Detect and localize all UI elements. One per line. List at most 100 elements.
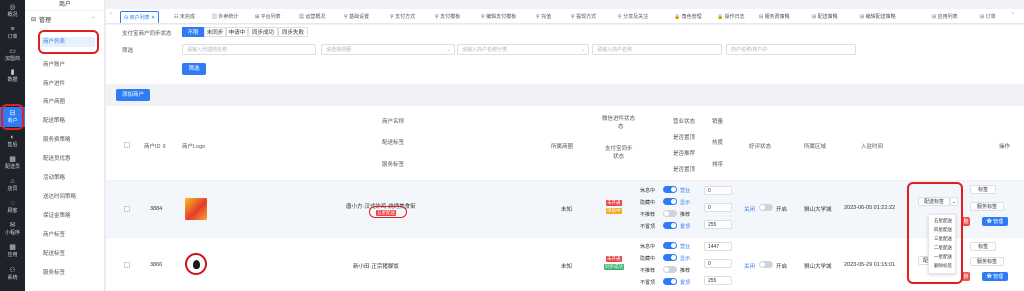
add-merchant-button[interactable]: 添加商户	[116, 89, 150, 101]
rail-apps[interactable]: ▦ 应用	[0, 240, 25, 262]
category-select[interactable]: 请输入商户名称分类 ⌄	[457, 44, 589, 55]
pin-toggle[interactable]	[663, 222, 677, 229]
tab-platform-list[interactable]: ⊞ 平台列表	[255, 11, 281, 23]
header-wechat-2: 态	[618, 124, 624, 130]
chevron-right-icon[interactable]: ›	[1012, 11, 1014, 17]
sync-option-failed[interactable]: 同步失败	[278, 27, 308, 37]
merchant-id-input[interactable]: 商户名称/商户ID	[726, 44, 856, 55]
praise-off-label: 关闭	[744, 264, 756, 270]
tab-share-follow[interactable]: ⚲ 分享及关注	[618, 11, 648, 23]
praise-toggle[interactable]	[759, 204, 773, 211]
business-toggle[interactable]	[663, 186, 677, 193]
tag-button[interactable]: 标签	[970, 242, 996, 251]
service-tag-button[interactable]: 服务标签	[970, 202, 1004, 211]
manage-button[interactable]: ✿ 管理	[982, 272, 1008, 281]
placeholder: 请输入商户名称	[597, 47, 633, 53]
rail-miniapp[interactable]: ✉ 小程序	[0, 218, 25, 240]
delete-button[interactable]: 删	[962, 272, 970, 281]
rail-aftersale[interactable]: ◐ 售后	[0, 130, 25, 152]
tab-takeaway-stats[interactable]: ▥ 外卖统计	[212, 11, 238, 23]
manage-button[interactable]: ✿ 管理	[982, 217, 1008, 226]
display-toggle[interactable]	[663, 198, 677, 205]
chevron-left-icon[interactable]: ‹	[110, 11, 112, 17]
tab-withdraw[interactable]: ⚲ 提现方式	[571, 11, 596, 23]
rail-courier[interactable]: ▦ 配送员	[0, 152, 25, 174]
toggle-knob	[760, 205, 765, 210]
recommend-toggle[interactable]	[663, 266, 677, 273]
tab-recharge[interactable]: ⚲ 充值	[536, 11, 551, 23]
tab-label: 支付方式	[395, 14, 416, 20]
heat-input[interactable]: 0	[704, 259, 732, 268]
select-all-checkbox[interactable]	[124, 142, 130, 148]
tab-basic-settings[interactable]: ⚲ 基础设置	[344, 11, 369, 23]
tab-payment-method[interactable]: ⚲ 支付方式	[390, 11, 415, 23]
rail-label: 系统	[7, 275, 18, 281]
sidebar-item-courier-discount[interactable]: 配送员优惠	[43, 154, 71, 162]
tab-orders[interactable]: ⊟ 订单	[980, 11, 996, 23]
tab-payment-template[interactable]: ⚲ 支付模板	[435, 11, 460, 23]
status-off-label: 隐藏中	[640, 200, 656, 206]
tab-unfinished[interactable]: ☷ 未完成	[174, 11, 195, 23]
filter-button[interactable]: 筛选	[182, 63, 206, 75]
sidebar-item-activity[interactable]: 活动策略	[43, 173, 65, 181]
merchant-name-input[interactable]: 请输入商户名称	[592, 44, 722, 55]
header-top: 是否置顶	[673, 135, 696, 141]
rail-data[interactable]: ▮ 数据	[0, 66, 25, 86]
status-off-label: 隐藏中	[640, 256, 656, 262]
merchant-name[interactable]: 新小田·正宗猪脚饭	[353, 262, 399, 270]
sync-option-all[interactable]: 不限	[182, 27, 204, 37]
tag-button[interactable]: 标签	[970, 185, 996, 194]
merchant-logo	[185, 198, 207, 220]
rail-franchise[interactable]: ▭ 加盟商	[0, 44, 25, 66]
praise-toggle[interactable]	[759, 261, 773, 268]
tab-service-fee-policy[interactable]: ⊟ 服务费策略	[759, 11, 790, 23]
rail-orders[interactable]: ≡ 订单	[0, 22, 25, 44]
sidebar-item-merchant-onboard[interactable]: 商户进件	[43, 79, 65, 87]
tab-merchant-list[interactable]: ⊟ 商户列表 ✕	[120, 11, 160, 23]
service-tag-button[interactable]: 服务标签	[970, 257, 1004, 266]
toggle-knob	[671, 199, 676, 204]
status-off-label: 休息中	[640, 188, 656, 194]
sync-option-success[interactable]: 同步成功	[248, 27, 278, 37]
sidebar-item-service-fee[interactable]: 服务费策略	[43, 135, 71, 143]
sync-option-unsynced[interactable]: 未同步	[204, 27, 226, 37]
rail-customer[interactable]: ◌ 顾客	[0, 196, 25, 218]
sidebar-item-dispatch-policy[interactable]: 配送策略	[43, 116, 65, 124]
recommend-toggle[interactable]	[663, 210, 677, 217]
merchant-id: 3866	[150, 262, 163, 268]
row-checkbox[interactable]	[124, 206, 130, 212]
area-select[interactable]: 请选择商圈 ⌄	[321, 44, 455, 55]
sidebar-item-merchant-area[interactable]: 商户商圈	[43, 97, 65, 105]
delete-button[interactable]: 删	[962, 217, 970, 226]
sync-option-applying[interactable]: 申请中	[226, 27, 248, 37]
agent-input[interactable]: 请输入代理商名称	[182, 44, 316, 55]
sidebar-item-deposit[interactable]: 保证金策略	[43, 211, 71, 219]
sidebar-item-service-tags[interactable]: 服务标签	[43, 268, 65, 276]
tab-edit-dispatch-policy[interactable]: ⊟ 编辑配送策略	[860, 11, 896, 23]
tab-operation-overview[interactable]: ▦ 运营概况	[299, 11, 325, 23]
heat-input[interactable]: 0	[704, 203, 732, 212]
row-checkbox[interactable]	[124, 262, 130, 268]
sales-input[interactable]: 0	[704, 186, 732, 195]
tab-dispatch-policy[interactable]: ⊟ 配送策略	[812, 11, 838, 23]
sidebar-group-manage[interactable]: ⊟ 管理 ⌃	[31, 15, 96, 24]
sidebar-item-merchant-account[interactable]: 商户账户	[43, 60, 65, 68]
toggle-knob	[671, 243, 676, 248]
rail-clerk[interactable]: ⌂ 店员	[0, 174, 25, 196]
sales-input[interactable]: 1447	[704, 242, 732, 251]
header-id[interactable]: 商户ID ⇕	[144, 142, 167, 150]
rail-system[interactable]: ⚇ 系统	[0, 263, 25, 285]
business-toggle[interactable]	[663, 242, 677, 249]
sort-input[interactable]: 255	[704, 220, 732, 229]
tab-operation-log[interactable]: 🔒 操作日志	[717, 11, 745, 23]
tab-role-manage[interactable]: 🔒 角色管理	[674, 11, 702, 23]
display-toggle[interactable]	[663, 254, 677, 261]
sidebar-item-dispatch-tags[interactable]: 配送标签	[43, 249, 65, 257]
sidebar-item-merchant-tags[interactable]: 商户标签	[43, 230, 65, 238]
tab-edit-payment-template[interactable]: ⚲ 编辑支付模板	[481, 11, 516, 23]
pin-toggle[interactable]	[663, 278, 677, 285]
rail-overview[interactable]: ◎ 概况	[0, 0, 25, 22]
tab-app-list[interactable]: ⊟ 应用列表	[932, 11, 958, 23]
sidebar-item-delivery-time[interactable]: 送达时间策略	[43, 192, 76, 200]
sort-input[interactable]: 255	[704, 276, 732, 285]
